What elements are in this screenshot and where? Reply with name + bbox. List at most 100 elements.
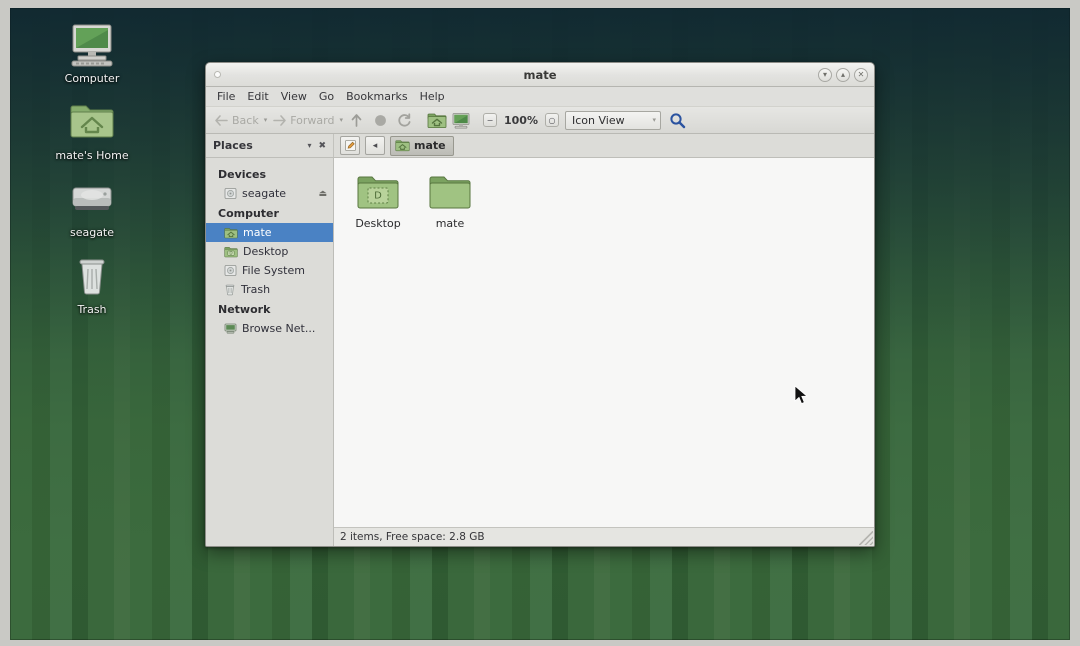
file-manager-window[interactable]: mate ▾ ▴ ✕ File Edit View Go Bookmarks H… bbox=[205, 62, 875, 547]
home-button[interactable] bbox=[426, 110, 448, 131]
desktop-icon-seagate[interactable]: seagate bbox=[32, 174, 152, 239]
menu-view[interactable]: View bbox=[276, 88, 312, 105]
home-folder-icon bbox=[32, 97, 152, 147]
location-bar: Places ▾ ✖ ◂ bbox=[206, 134, 874, 158]
chevron-down-icon: ▾ bbox=[652, 116, 656, 124]
sidebar-item-browse-network[interactable]: Browse Net... bbox=[206, 319, 333, 338]
stop-button[interactable] bbox=[369, 110, 391, 131]
home-folder-icon bbox=[395, 139, 410, 152]
desktop-icon-label: seagate bbox=[32, 226, 152, 239]
places-header: Places ▾ ✖ bbox=[206, 134, 334, 157]
back-label: Back bbox=[232, 114, 259, 127]
menubar: File Edit View Go Bookmarks Help bbox=[206, 87, 874, 107]
file-item-desktop[interactable]: D Desktop bbox=[342, 172, 414, 232]
sidebar-item-label: mate bbox=[243, 226, 272, 239]
sidebar-item-seagate[interactable]: seagate ⏏ bbox=[206, 184, 333, 203]
statusbar-text: 2 items, Free space: 2.8 GB bbox=[340, 531, 485, 543]
harddrive-icon bbox=[32, 174, 152, 224]
file-item-label: mate bbox=[414, 217, 486, 230]
zoom-level-label: 100% bbox=[499, 114, 543, 127]
sidebar-item-mate[interactable]: mate bbox=[206, 223, 333, 242]
trash-icon bbox=[32, 251, 152, 301]
places-label: Places bbox=[213, 139, 253, 152]
window-menu-icon[interactable] bbox=[214, 71, 221, 78]
reload-button[interactable] bbox=[393, 110, 415, 131]
menu-edit[interactable]: Edit bbox=[242, 88, 273, 105]
breadcrumb-back-button[interactable]: ◂ bbox=[365, 136, 385, 155]
sidebar-item-label: File System bbox=[242, 264, 305, 277]
view-select-value: Icon View bbox=[572, 114, 625, 127]
desktop-icon-trash[interactable]: Trash bbox=[32, 251, 152, 316]
arrow-right-icon bbox=[272, 114, 287, 127]
icon-grid[interactable]: D Desktop mate bbox=[334, 158, 874, 527]
window-titlebar[interactable]: mate ▾ ▴ ✕ bbox=[206, 63, 874, 87]
zoom-out-button[interactable]: − bbox=[483, 113, 497, 127]
breadcrumb-item-mate[interactable]: mate bbox=[390, 136, 454, 156]
svg-text:D: D bbox=[374, 191, 382, 202]
up-button[interactable] bbox=[345, 110, 367, 131]
reload-icon bbox=[396, 112, 413, 129]
desktop-icon-list: Computer mate's Home bbox=[32, 20, 152, 328]
desktop-icon-label: Computer bbox=[32, 72, 152, 85]
svg-text:D: D bbox=[229, 250, 232, 255]
menu-file[interactable]: File bbox=[212, 88, 240, 105]
file-view[interactable]: D Desktop mate bbox=[334, 158, 874, 546]
screen-frame: Computer mate's Home bbox=[0, 0, 1080, 646]
back-dropdown-icon[interactable]: ▾ bbox=[264, 116, 268, 124]
trash-icon bbox=[224, 283, 236, 296]
sidebar-group-computer: Computer bbox=[206, 203, 333, 223]
sidebar-item-desktop[interactable]: D Desktop bbox=[206, 242, 333, 261]
back-button[interactable]: Back bbox=[211, 113, 262, 128]
sidebar-item-trash[interactable]: Trash bbox=[206, 280, 333, 299]
places-close-icon[interactable]: ✖ bbox=[318, 141, 326, 151]
desktop-icon-label: mate's Home bbox=[32, 149, 152, 162]
file-item-mate[interactable]: mate bbox=[414, 172, 486, 232]
desktop-folder-icon: D bbox=[342, 174, 414, 216]
view-select[interactable]: Icon View ▾ bbox=[565, 111, 661, 130]
sidebar-item-label: Trash bbox=[241, 283, 270, 296]
file-item-label: Desktop bbox=[342, 217, 414, 230]
sidebar-item-label: Desktop bbox=[243, 245, 288, 258]
search-icon bbox=[669, 112, 686, 129]
statusbar: 2 items, Free space: 2.8 GB bbox=[334, 527, 874, 546]
places-sidebar: Devices seagate ⏏ Computer mate bbox=[206, 158, 334, 546]
arrow-left-icon bbox=[214, 114, 229, 127]
desktop-icon-label: Trash bbox=[32, 303, 152, 316]
sidebar-item-file-system[interactable]: File System bbox=[206, 261, 333, 280]
minimize-button[interactable]: ▾ bbox=[818, 68, 832, 82]
search-button[interactable] bbox=[667, 110, 689, 131]
desktop-folder-icon: D bbox=[224, 246, 238, 258]
home-folder-icon bbox=[224, 227, 238, 239]
desktop-icon-computer[interactable]: Computer bbox=[32, 20, 152, 85]
forward-label: Forward bbox=[290, 114, 334, 127]
network-icon bbox=[224, 322, 237, 335]
sidebar-item-label: seagate bbox=[242, 187, 286, 200]
edit-location-button[interactable] bbox=[340, 136, 360, 155]
sidebar-group-devices: Devices bbox=[206, 164, 333, 184]
computer-button[interactable] bbox=[450, 110, 472, 131]
forward-button[interactable]: Forward bbox=[269, 113, 337, 128]
breadcrumb: ◂ mate bbox=[334, 134, 874, 157]
computer-monitor-icon bbox=[451, 112, 471, 129]
places-dropdown-icon[interactable]: ▾ bbox=[307, 141, 311, 150]
desktop-icon-home[interactable]: mate's Home bbox=[32, 97, 152, 162]
sidebar-group-network: Network bbox=[206, 299, 333, 319]
toolbar: Back ▾ Forward ▾ bbox=[206, 107, 874, 134]
drive-icon bbox=[224, 264, 237, 277]
eject-icon[interactable]: ⏏ bbox=[318, 189, 327, 199]
home-folder-icon bbox=[427, 112, 447, 129]
desktop-background[interactable]: Computer mate's Home bbox=[10, 8, 1070, 640]
menu-bookmarks[interactable]: Bookmarks bbox=[341, 88, 412, 105]
stop-icon bbox=[373, 113, 388, 128]
resize-grip[interactable] bbox=[859, 531, 873, 545]
menu-help[interactable]: Help bbox=[415, 88, 450, 105]
folder-icon bbox=[414, 174, 486, 216]
maximize-button[interactable]: ▴ bbox=[836, 68, 850, 82]
close-button[interactable]: ✕ bbox=[854, 68, 868, 82]
computer-monitor-icon bbox=[32, 20, 152, 70]
forward-dropdown-icon[interactable]: ▾ bbox=[339, 116, 343, 124]
sidebar-item-label: Browse Net... bbox=[242, 322, 315, 335]
drive-icon bbox=[224, 187, 237, 200]
menu-go[interactable]: Go bbox=[314, 88, 339, 105]
zoom-reset-button[interactable]: ○ bbox=[545, 113, 559, 127]
